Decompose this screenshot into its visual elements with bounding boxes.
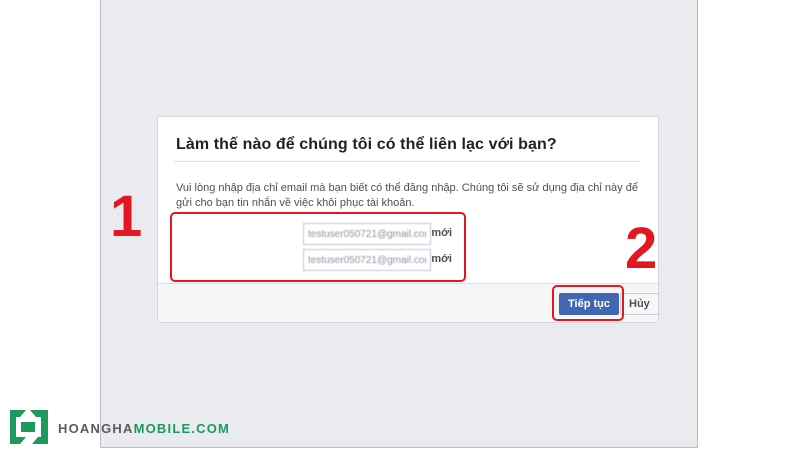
- cancel-button[interactable]: Hủy: [620, 293, 659, 315]
- fields-highlight-box: [170, 212, 466, 282]
- step-1-annotation: 1: [110, 184, 143, 249]
- dialog-description: Vui lòng nhập địa chỉ email mà bạn biết …: [176, 182, 638, 209]
- logo-text-hoangha: HOANGHA: [58, 421, 134, 436]
- logo-text-mobile: MOBILE.COM: [133, 421, 231, 436]
- step-2-annotation: 2: [625, 216, 658, 281]
- hoanghamobile-logo-icon: [10, 410, 48, 444]
- logo-wordmark: HOANGHAMOBILE.COM: [58, 421, 230, 436]
- dialog-title: Làm thế nào để chúng tôi có thể liên lạc…: [176, 136, 557, 153]
- continue-highlight-box: [552, 285, 624, 321]
- title-divider: [174, 161, 640, 162]
